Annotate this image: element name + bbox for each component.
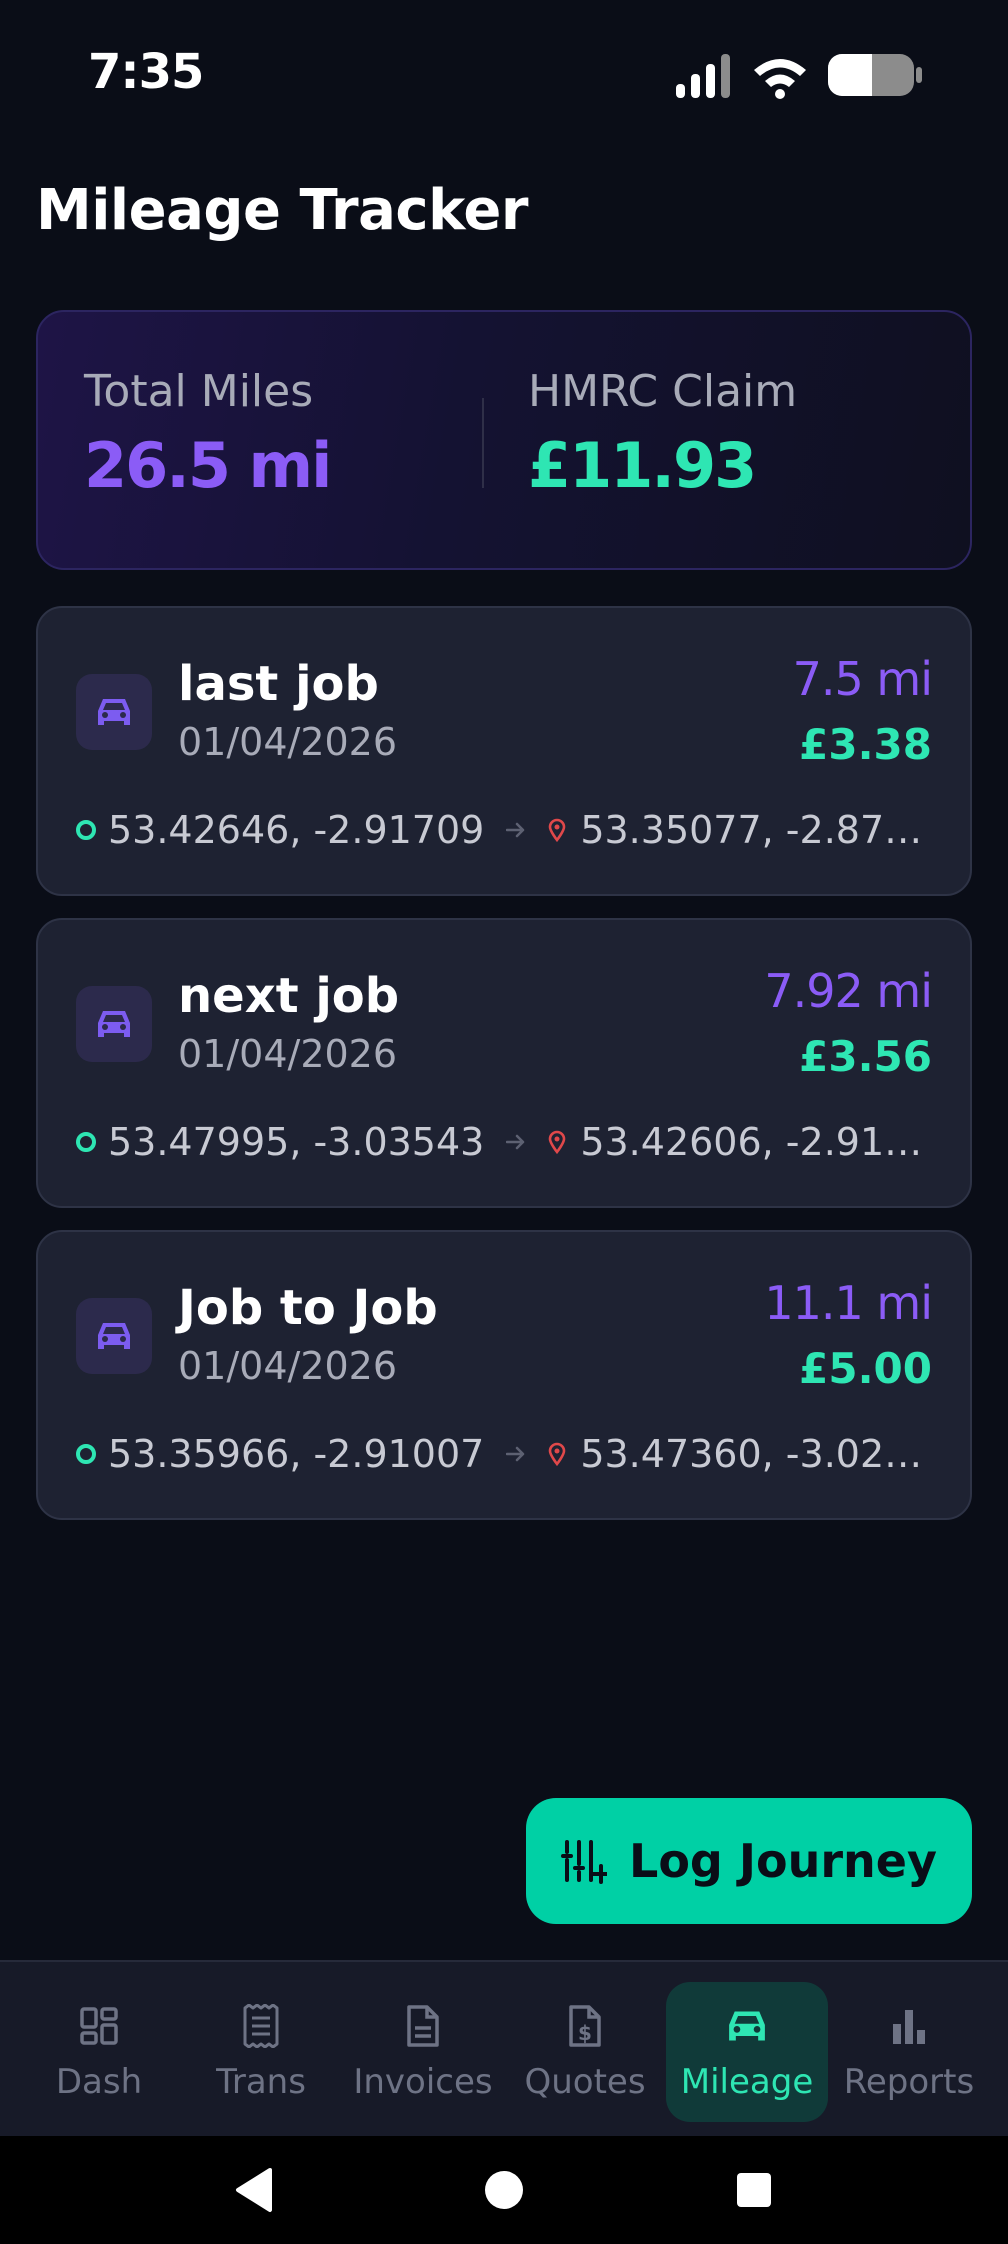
signal-icon bbox=[676, 54, 730, 98]
journey-card[interactable]: next job 01/04/2026 7.92 mi £3.56 53.479… bbox=[36, 918, 972, 1208]
bar-chart-icon bbox=[889, 1998, 929, 2054]
nav-label: Dash bbox=[55, 2062, 143, 2102]
journey-title: next job bbox=[178, 968, 400, 1024]
nav-label: Mileage bbox=[680, 2062, 814, 2102]
start-coordinates: 53.42646, -2.91709 bbox=[108, 808, 485, 852]
nav-label: Invoices bbox=[353, 2062, 493, 2102]
page-title: Mileage Tracker bbox=[36, 178, 528, 243]
log-journey-icon bbox=[561, 1838, 608, 1884]
total-miles-block: Total Miles 26.5 mi bbox=[84, 366, 332, 502]
journey-amount: £5.00 bbox=[799, 1344, 932, 1393]
hmrc-claim-label: HMRC Claim bbox=[528, 366, 798, 417]
system-nav-bar bbox=[0, 2136, 1008, 2244]
nav-item-mileage[interactable]: Mileage bbox=[666, 1982, 828, 2122]
car-icon bbox=[725, 1998, 769, 2054]
hmrc-claim-value: £11.93 bbox=[528, 429, 757, 502]
receipt-icon bbox=[241, 1998, 281, 2054]
location-pin-icon bbox=[548, 1442, 566, 1466]
car-badge bbox=[76, 674, 152, 750]
journey-date: 01/04/2026 bbox=[178, 720, 398, 764]
journey-date: 01/04/2026 bbox=[178, 1344, 398, 1388]
total-miles-value: 26.5 mi bbox=[84, 429, 332, 502]
battery-icon bbox=[828, 54, 922, 96]
summary-card: Total Miles 26.5 mi HMRC Claim £11.93 bbox=[36, 310, 972, 570]
nav-item-dash[interactable]: Dash bbox=[18, 1982, 180, 2122]
journey-miles: 7.5 mi bbox=[792, 652, 933, 706]
start-point-icon bbox=[76, 1132, 96, 1152]
arrow-right-icon bbox=[506, 822, 526, 838]
journey-route: 53.47995, -3.03543 53.42606, -2.91709 bbox=[76, 1118, 940, 1166]
journey-card[interactable]: last job 01/04/2026 7.5 mi £3.38 53.4264… bbox=[36, 606, 972, 896]
svg-text:$: $ bbox=[578, 2021, 592, 2045]
quote-document-icon: $ bbox=[567, 1998, 603, 2054]
car-icon bbox=[98, 1323, 130, 1349]
nav-item-trans[interactable]: Trans bbox=[180, 1982, 342, 2122]
back-icon[interactable] bbox=[232, 2166, 276, 2214]
car-badge bbox=[76, 986, 152, 1062]
end-coordinates: 53.47360, -3.02543 bbox=[580, 1432, 940, 1476]
summary-divider bbox=[482, 398, 484, 488]
car-icon bbox=[98, 1011, 130, 1037]
start-point-icon bbox=[76, 1444, 96, 1464]
status-icons bbox=[676, 54, 922, 99]
nav-label: Trans bbox=[216, 2062, 306, 2102]
car-icon bbox=[98, 699, 130, 725]
total-miles-label: Total Miles bbox=[84, 366, 314, 417]
journey-miles: 7.92 mi bbox=[764, 964, 933, 1018]
arrow-right-icon bbox=[506, 1446, 526, 1462]
end-coordinates: 53.42606, -2.91709 bbox=[580, 1120, 940, 1164]
nav-label: Quotes bbox=[524, 2062, 646, 2102]
nav-label: Reports bbox=[843, 2062, 975, 2102]
journey-amount: £3.38 bbox=[799, 720, 932, 769]
journey-route: 53.42646, -2.91709 53.35077, -2.87619 bbox=[76, 806, 940, 854]
nav-item-reports[interactable]: Reports bbox=[828, 1982, 990, 2122]
location-pin-icon bbox=[548, 818, 566, 842]
journey-amount: £3.56 bbox=[799, 1032, 932, 1081]
journey-card[interactable]: Job to Job 01/04/2026 11.1 mi £5.00 53.3… bbox=[36, 1230, 972, 1520]
start-coordinates: 53.35966, -2.91007 bbox=[108, 1432, 485, 1476]
status-time: 7:35 bbox=[88, 44, 204, 100]
journey-date: 01/04/2026 bbox=[178, 1032, 398, 1076]
status-bar: 7:35 bbox=[0, 0, 1008, 150]
nav-item-invoices[interactable]: Invoices bbox=[342, 1982, 504, 2122]
location-pin-icon bbox=[548, 1130, 566, 1154]
arrow-right-icon bbox=[506, 1134, 526, 1150]
dashboard-icon bbox=[79, 1998, 119, 2054]
bottom-nav: Dash Trans Invoices $ Quotes Mileage Rep… bbox=[0, 1960, 1008, 2136]
journey-miles: 11.1 mi bbox=[764, 1276, 933, 1330]
journey-route: 53.35966, -2.91007 53.47360, -3.02543 bbox=[76, 1430, 940, 1478]
nav-item-quotes[interactable]: $ Quotes bbox=[504, 1982, 666, 2122]
log-journey-label: Log Journey bbox=[629, 1834, 937, 1888]
start-coordinates: 53.47995, -3.03543 bbox=[108, 1120, 485, 1164]
end-coordinates: 53.35077, -2.87619 bbox=[580, 808, 940, 852]
home-icon[interactable] bbox=[482, 2166, 526, 2214]
car-badge bbox=[76, 1298, 152, 1374]
hmrc-claim-block: HMRC Claim £11.93 bbox=[528, 366, 797, 502]
journey-title: Job to Job bbox=[178, 1280, 438, 1336]
recents-icon[interactable] bbox=[732, 2166, 776, 2214]
journey-title: last job bbox=[178, 656, 379, 712]
log-journey-button[interactable]: Log Journey bbox=[526, 1798, 972, 1924]
document-icon bbox=[405, 1998, 441, 2054]
wifi-icon bbox=[754, 59, 806, 99]
start-point-icon bbox=[76, 820, 96, 840]
